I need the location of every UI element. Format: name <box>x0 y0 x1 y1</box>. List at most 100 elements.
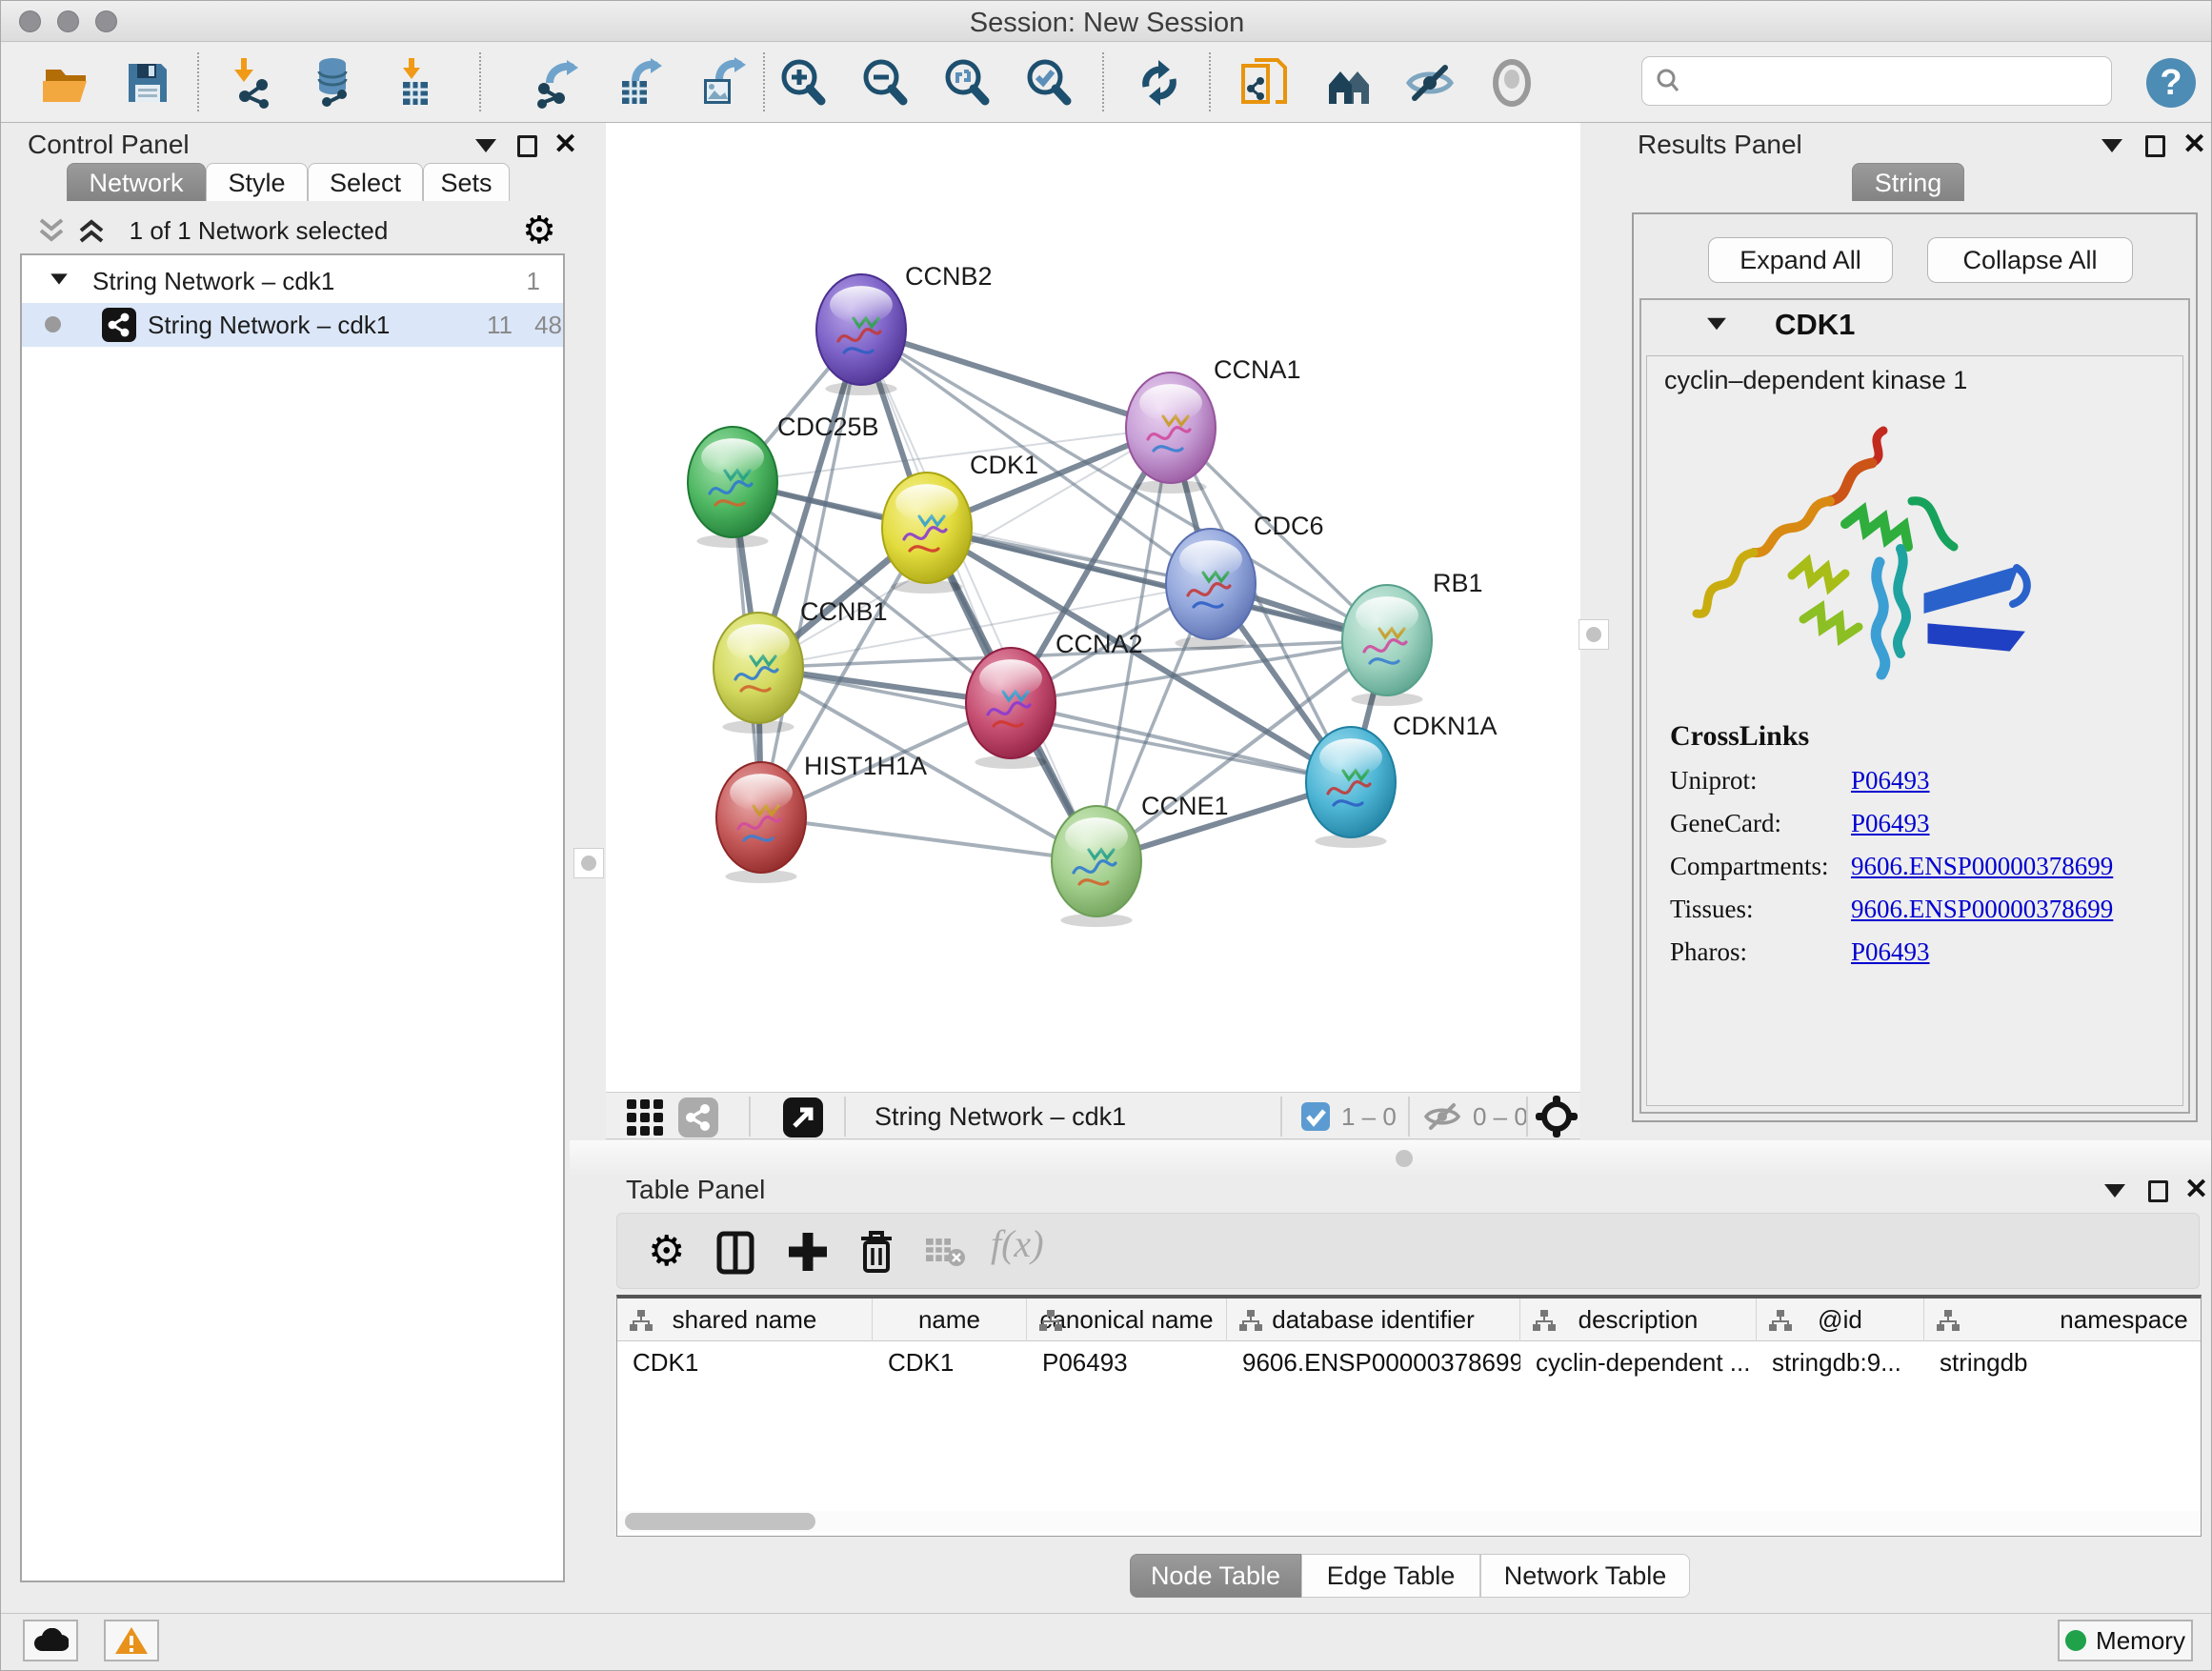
network-collection-row[interactable]: String Network – cdk1 1 <box>22 259 563 303</box>
node-CCNB2[interactable] <box>816 274 906 395</box>
node-CDKN1A[interactable] <box>1306 727 1396 848</box>
panel-menu-icon[interactable] <box>2101 139 2122 152</box>
horizontal-splitter[interactable] <box>570 1140 2212 1175</box>
table-horizontal-scrollbar[interactable] <box>617 1511 2201 1532</box>
search-input[interactable] <box>1682 67 2111 96</box>
import-table-button[interactable] <box>386 54 443 111</box>
zoom-fit-button[interactable] <box>938 54 995 111</box>
panel-close-icon[interactable]: ✕ <box>2182 131 2206 159</box>
refresh-button[interactable] <box>1131 54 1188 111</box>
table-cell[interactable]: stringdb <box>1924 1342 2202 1382</box>
edge-HIST1H1A-CCNE1[interactable] <box>761 817 1096 861</box>
panel-menu-icon[interactable] <box>475 139 496 152</box>
delete-column-icon[interactable] <box>857 1229 895 1275</box>
tab-select[interactable]: Select <box>308 163 423 201</box>
node-CCNE1[interactable] <box>1052 806 1141 927</box>
crosslink-link[interactable]: 9606.ENSP00000378699 <box>1851 895 2113 924</box>
export-table-button[interactable] <box>613 54 670 111</box>
column-header-database-identifier[interactable]: database identifier <box>1227 1299 1520 1341</box>
home-views-button[interactable] <box>1319 54 1377 111</box>
add-column-icon[interactable] <box>787 1231 829 1273</box>
panel-close-icon[interactable]: ✕ <box>553 131 577 159</box>
tab-sets[interactable]: Sets <box>423 163 510 201</box>
splitter-grip[interactable] <box>1396 1150 1413 1167</box>
scrollbar-thumb[interactable] <box>625 1513 815 1530</box>
import-network-from-database-button[interactable] <box>304 54 361 111</box>
column-header-namespace[interactable]: namespace <box>1924 1299 2202 1341</box>
tab-network-table[interactable]: Network Table <box>1480 1554 1690 1598</box>
panel-close-icon[interactable]: ✕ <box>2184 1176 2208 1204</box>
column-header-shared-name[interactable]: shared name <box>617 1299 873 1341</box>
node-HIST1H1A[interactable] <box>716 762 806 883</box>
node-RB1[interactable] <box>1342 585 1432 706</box>
zoom-in-button[interactable] <box>774 54 832 111</box>
column-header-@id[interactable]: @id <box>1757 1299 1924 1341</box>
grid-view-icon[interactable] <box>625 1097 665 1137</box>
zoom-selected-button[interactable] <box>1020 54 1077 111</box>
warnings-button[interactable] <box>104 1620 159 1661</box>
right-splitter-handle[interactable] <box>1579 619 1609 650</box>
expand-all-button[interactable]: Expand All <box>1708 237 1893 283</box>
table-cell[interactable]: stringdb:9... <box>1757 1342 1924 1382</box>
table-cell[interactable]: P06493 <box>1027 1342 1227 1382</box>
tab-edge-table[interactable]: Edge Table <box>1301 1554 1480 1598</box>
save-session-button[interactable] <box>119 54 176 111</box>
cloud-status-button[interactable] <box>23 1620 78 1661</box>
panel-float-icon[interactable] <box>2148 1180 2168 1202</box>
protein-structure-image <box>1685 413 2057 709</box>
edge-CCNA2-CDKN1A[interactable] <box>1011 703 1351 782</box>
panel-menu-icon[interactable] <box>2104 1184 2125 1198</box>
function-builder-icon[interactable]: f(x) <box>991 1221 1044 1266</box>
help-button[interactable]: ? <box>2142 54 2200 111</box>
node-CCNA1[interactable] <box>1126 372 1216 493</box>
options-gear-icon[interactable]: ⚙ <box>522 209 556 252</box>
hide-selected-button[interactable] <box>1401 54 1458 111</box>
export-network-button[interactable] <box>531 54 588 111</box>
table-cell[interactable]: CDK1 <box>873 1342 1027 1382</box>
zoom-out-button[interactable] <box>856 54 914 111</box>
edge-CCNB2-CCNE1[interactable] <box>861 330 1096 861</box>
crosslink-link[interactable]: 9606.ENSP00000378699 <box>1851 852 2113 881</box>
table-settings-gear-icon[interactable]: ⚙ <box>648 1227 685 1276</box>
hidden-eye-icon[interactable] <box>1423 1100 1461 1133</box>
duplicate-network-button[interactable] <box>1236 54 1293 111</box>
node-CCNB1[interactable] <box>714 613 803 734</box>
tab-style[interactable]: Style <box>206 163 308 201</box>
show-all-button[interactable] <box>1483 54 1540 111</box>
tab-node-table[interactable]: Node Table <box>1130 1554 1301 1598</box>
open-session-button[interactable] <box>37 54 94 111</box>
column-header-canonical-name[interactable]: canonical name <box>1027 1299 1227 1341</box>
node-CDC25B[interactable] <box>688 427 777 548</box>
table-cell[interactable]: cyclin-dependent ... <box>1520 1342 1757 1382</box>
tree-expand-icon[interactable] <box>50 273 68 284</box>
selected-checkbox-icon[interactable] <box>1301 1102 1330 1131</box>
delete-table-icon[interactable] <box>924 1237 966 1269</box>
network-graph[interactable]: CCNB2CCNA1CDC25BCDK1CDC6RB1CCNB1CCNA2CDK… <box>606 123 1580 1092</box>
collapse-all-button[interactable]: Collapse All <box>1927 237 2133 283</box>
string-view-icon[interactable] <box>678 1097 718 1137</box>
table-cell[interactable]: CDK1 <box>617 1342 873 1382</box>
panel-float-icon[interactable] <box>517 135 537 157</box>
column-header-name[interactable]: name <box>873 1299 1027 1341</box>
node-CDK1[interactable] <box>882 473 972 594</box>
export-image-button[interactable] <box>694 54 752 111</box>
left-splitter-handle[interactable] <box>573 848 604 878</box>
tab-network[interactable]: Network <box>67 163 206 201</box>
panel-float-icon[interactable] <box>2145 135 2165 157</box>
network-canvas[interactable]: CCNB2CCNA1CDC25BCDK1CDC6RB1CCNB1CCNA2CDK… <box>606 123 1580 1092</box>
show-columns-icon[interactable] <box>716 1231 754 1275</box>
zoom-in-icon <box>776 56 830 110</box>
column-header-description[interactable]: description <box>1520 1299 1757 1341</box>
edge-CCNB2-CCNA1[interactable] <box>861 330 1171 428</box>
crosslink-link[interactable]: P06493 <box>1851 766 1930 795</box>
network-row[interactable]: String Network – cdk1 11 48 <box>22 303 563 347</box>
section-collapse-icon[interactable] <box>1707 318 1726 331</box>
import-network-button[interactable] <box>222 54 279 111</box>
crosslink-link[interactable]: P06493 <box>1851 937 1930 967</box>
birds-eye-view-icon[interactable] <box>783 1097 823 1137</box>
fit-content-crosshair-icon[interactable] <box>1536 1096 1578 1137</box>
crosslink-link[interactable]: P06493 <box>1851 809 1930 838</box>
memory-button[interactable]: Memory <box>2058 1620 2193 1661</box>
tab-string[interactable]: String <box>1852 163 1964 201</box>
table-cell[interactable]: 9606.ENSP00000378699 <box>1227 1342 1520 1382</box>
